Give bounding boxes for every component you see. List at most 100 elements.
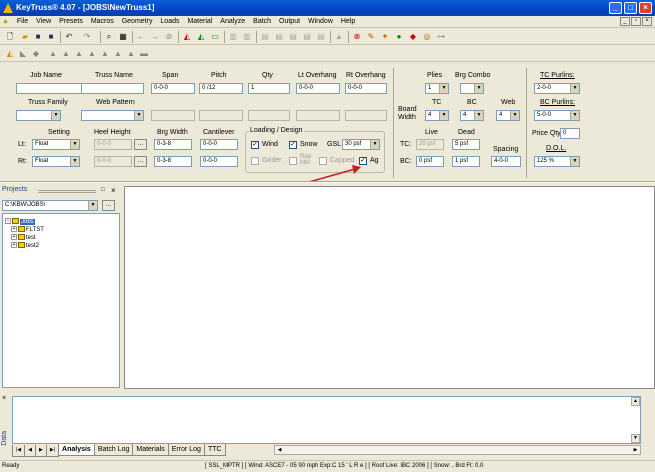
job-name-field[interactable] (16, 83, 86, 94)
grip-bar[interactable] (38, 190, 96, 193)
tree-node-fltst[interactable]: + FLTST (11, 226, 44, 234)
save-icon[interactable]: ■ (33, 32, 43, 42)
tool-e-icon[interactable]: ▤ (288, 32, 298, 42)
menu-help[interactable]: Help (338, 16, 358, 28)
tab-batch-log[interactable]: Batch Log (93, 444, 134, 456)
horizontal-scrollbar[interactable]: ◀ ▶ (274, 445, 641, 455)
draw-f-icon[interactable]: ▲ (74, 49, 84, 59)
mdi-close-button[interactable]: × (642, 17, 652, 26)
tool-k-icon[interactable]: ✦ (380, 32, 390, 42)
tool-a-icon[interactable]: ▥ (228, 32, 238, 42)
truss-name-field[interactable] (81, 83, 144, 94)
menu-analyze[interactable]: Analyze (217, 16, 248, 28)
menu-presets[interactable]: Presets (56, 16, 86, 28)
tool-i-icon[interactable]: ⊗ (352, 32, 362, 42)
dol-select[interactable]: 125 % ▼ (534, 156, 580, 167)
tool-m-icon[interactable]: ◆ (408, 32, 418, 42)
span-field[interactable]: 0-0-0 (151, 83, 195, 94)
doc-icon[interactable]: ▲ (0, 16, 12, 28)
lt-brg-width-field[interactable]: 0-3-8 (154, 139, 192, 150)
spacing-field[interactable]: 4-0-0 (491, 156, 521, 167)
browse-path-button[interactable]: … (102, 200, 115, 211)
menu-material[interactable]: Material (184, 16, 215, 28)
tab-error-log[interactable]: Error Log (167, 444, 205, 456)
scroll-up-icon[interactable]: ▲ (631, 397, 640, 406)
expand-icon[interactable]: + (11, 226, 17, 233)
plies-select[interactable]: 1 ▼ (425, 83, 449, 94)
pitch-field[interactable]: 0 /12 (199, 83, 243, 94)
forward-icon[interactable]: → (150, 32, 160, 42)
draw-d-icon[interactable]: ▲ (48, 49, 58, 59)
qty-field[interactable]: 1 (248, 83, 290, 94)
mdi-minimize-button[interactable]: _ (620, 17, 630, 26)
menu-geometry[interactable]: Geometry (119, 16, 156, 28)
tree-node-test2[interactable]: + test2 (11, 242, 39, 250)
board-web-select[interactable]: 4 ▼ (496, 110, 520, 121)
draw-h-icon[interactable]: ▲ (100, 49, 110, 59)
dock-icon[interactable]: □ (101, 187, 105, 193)
tab-ttc[interactable]: TTC (203, 444, 226, 456)
rep-mbr-checkbox[interactable] (289, 157, 297, 165)
tool-b-icon[interactable]: ▥ (242, 32, 252, 42)
web-pattern-select[interactable]: ▼ (81, 110, 144, 121)
tool-o-icon[interactable]: ⊶ (436, 32, 446, 42)
price-qty-field[interactable]: 0 (560, 128, 580, 139)
bc-dead-field[interactable]: 1 psf (452, 156, 480, 167)
undo-icon[interactable]: ↶ (64, 32, 74, 42)
tool-g-icon[interactable]: ▤ (316, 32, 326, 42)
close-panel-icon[interactable]: × (111, 186, 116, 195)
draw-k-icon[interactable]: ▬ (139, 49, 149, 59)
tool-c-icon[interactable]: ▤ (260, 32, 270, 42)
stop-icon[interactable]: ⊘ (164, 32, 174, 42)
print-preview-icon[interactable]: ▦ (118, 32, 128, 42)
rt-overhang-field[interactable]: 0-0-0 (345, 83, 387, 94)
brg-combo-select[interactable]: ▼ (460, 83, 484, 94)
tab-materials[interactable]: Materials (132, 444, 169, 456)
menu-batch[interactable]: Batch (250, 16, 274, 28)
lt-setting-select[interactable]: Float ▼ (32, 139, 80, 150)
girder-checkbox[interactable] (251, 157, 259, 165)
project-path-select[interactable]: C:\KBW\JOBS\ ▼ (2, 200, 98, 211)
minimize-button[interactable]: _ (609, 2, 622, 14)
rt-setting-select[interactable]: Float ▼ (32, 156, 80, 167)
draw-a-icon[interactable]: ◭ (5, 49, 15, 59)
tool-h-icon[interactable]: ▲ (334, 32, 344, 42)
draw-j-icon[interactable]: ▲ (126, 49, 136, 59)
menu-file[interactable]: File (14, 16, 31, 28)
tool-f-icon[interactable]: ▤ (302, 32, 312, 42)
save-all-icon[interactable]: ■ (46, 32, 56, 42)
lt-overhang-field[interactable]: 0-0-0 (296, 83, 340, 94)
data-panel-close-icon[interactable]: × (2, 395, 6, 402)
menu-window[interactable]: Window (305, 16, 336, 28)
tc-dead-field[interactable]: 5 psf (452, 139, 480, 150)
redo-icon[interactable]: ↷ (82, 32, 92, 42)
menu-loads[interactable]: Loads (157, 16, 182, 28)
rt-brg-width-field[interactable]: 0-3-8 (154, 156, 192, 167)
bc-purlins-select[interactable]: 5-0-0 ▼ (534, 110, 580, 121)
tool-d-icon[interactable]: ▤ (274, 32, 284, 42)
draw-g-icon[interactable]: ▲ (87, 49, 97, 59)
rt-cantilever-field[interactable]: 0-0-0 (200, 156, 238, 167)
scroll-left-icon[interactable]: ◀ (275, 446, 284, 454)
wind-checkbox[interactable]: ✓ (251, 141, 259, 149)
lt-heel-button[interactable]: … (134, 139, 147, 150)
tab-analysis[interactable]: Analysis (58, 444, 95, 456)
menu-macros[interactable]: Macros (88, 16, 117, 28)
board-bc-select[interactable]: 4 ▼ (460, 110, 484, 121)
zoom-icon[interactable]: ⌕ (104, 32, 114, 42)
menu-output[interactable]: Output (276, 16, 303, 28)
tool-l-icon[interactable]: ● (394, 32, 404, 42)
mdi-restore-button[interactable]: ▫ (631, 17, 641, 26)
tree-node-jobs[interactable]: − Jobs (5, 218, 35, 226)
draw-c-icon[interactable]: ◆ (31, 49, 41, 59)
collapse-icon[interactable]: − (5, 218, 11, 225)
back-icon[interactable]: ← (136, 32, 146, 42)
snow-checkbox[interactable]: ✓ (289, 141, 297, 149)
truss-flat-icon[interactable]: ▭ (210, 32, 220, 42)
open-folder-icon[interactable]: ▰ (20, 32, 30, 42)
scroll-right-icon[interactable]: ▶ (631, 446, 640, 454)
board-tc-select[interactable]: 4 ▼ (425, 110, 449, 121)
scroll-down-icon[interactable]: ▼ (631, 434, 640, 443)
expand-icon[interactable]: + (11, 242, 17, 249)
lt-cantilever-field[interactable]: 0-0-0 (200, 139, 238, 150)
